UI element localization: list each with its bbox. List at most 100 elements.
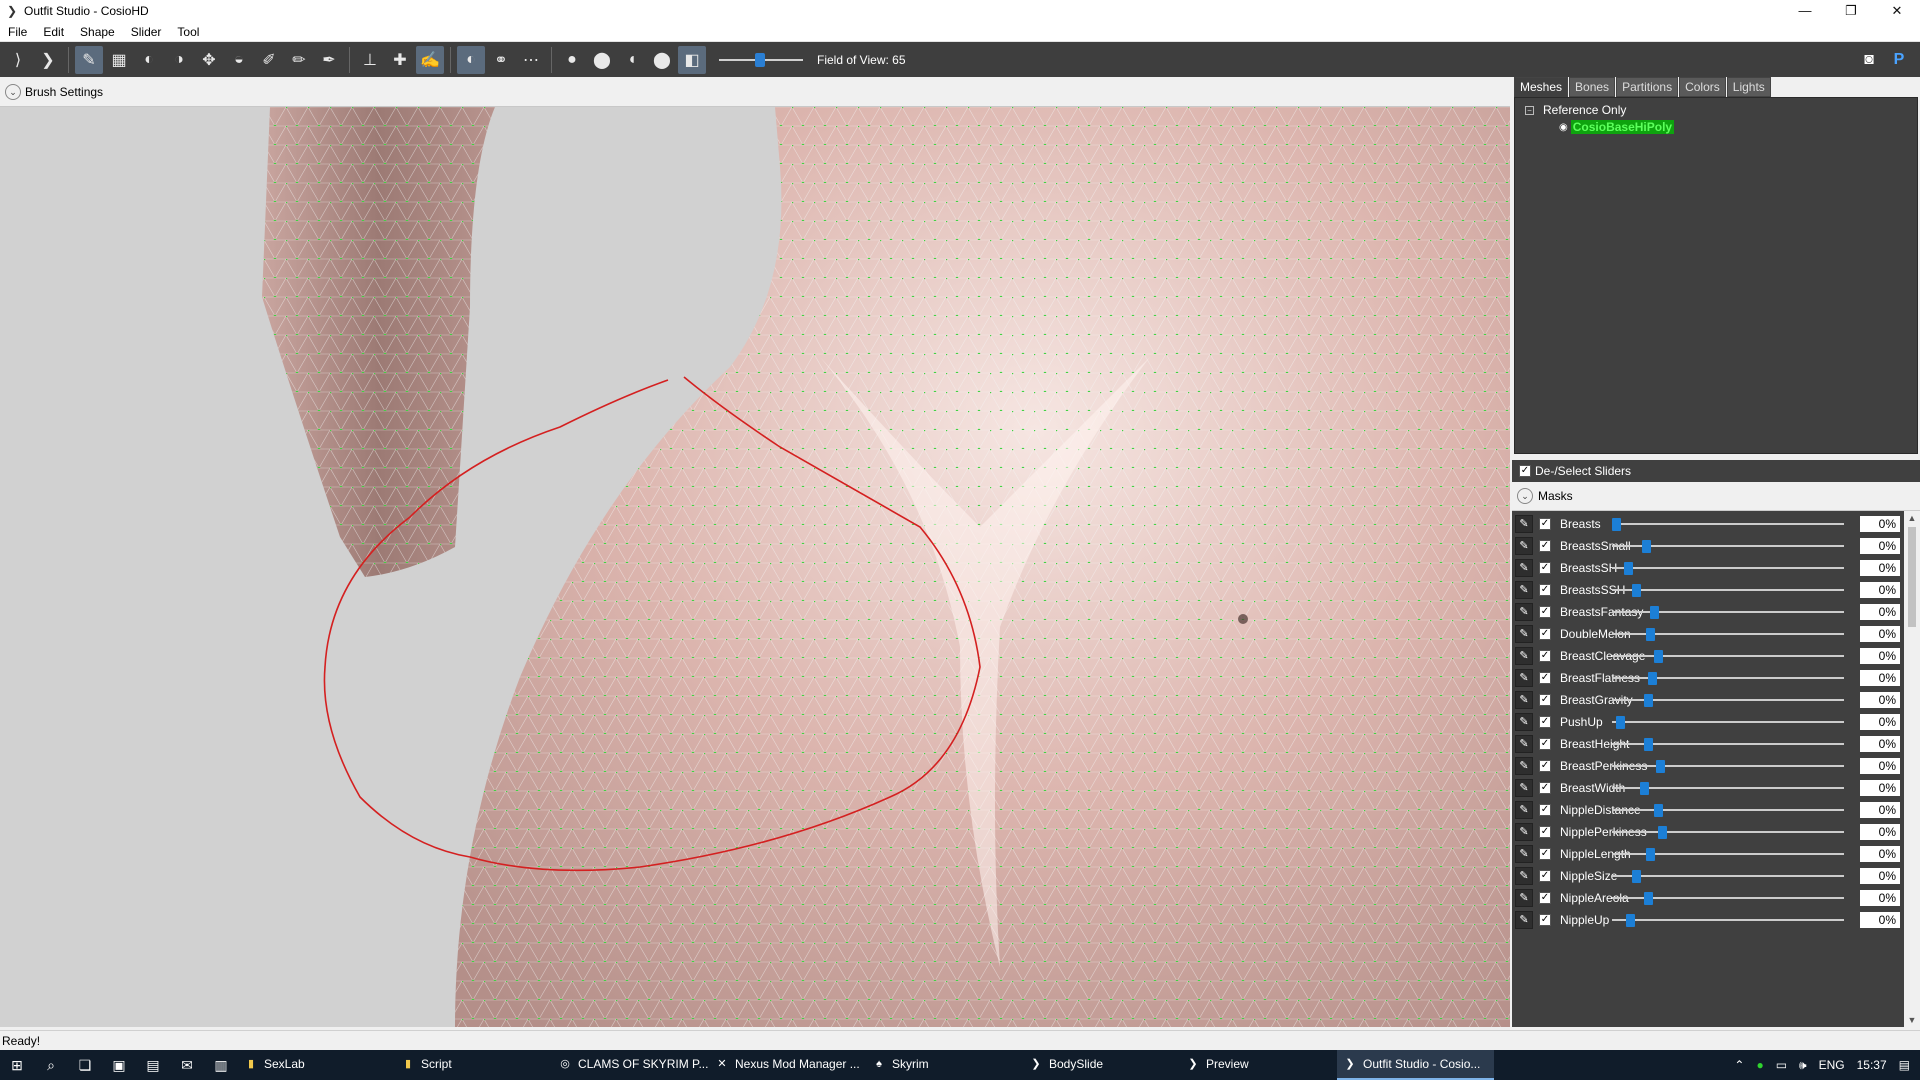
slider-checkbox[interactable]: ✓	[1539, 826, 1551, 838]
collapse-toggle-icon[interactable]: −	[1525, 105, 1534, 115]
edit-slider-pencil-icon[interactable]: ✎	[1515, 581, 1533, 599]
slider-checkbox[interactable]: ✓	[1539, 892, 1551, 904]
outfit-studio-icon[interactable]: ❯	[34, 46, 62, 74]
slider-value-field[interactable]: 0%	[1860, 736, 1900, 752]
show-textures-icon[interactable]: ◖	[618, 46, 646, 74]
slider-checkbox[interactable]: ✓	[1539, 804, 1551, 816]
slider-value-field[interactable]: 0%	[1860, 758, 1900, 774]
notepad-icon[interactable]: ▥	[204, 1050, 238, 1080]
select-brush-icon[interactable]: ✎	[75, 45, 103, 74]
tab-colors[interactable]: Colors	[1679, 77, 1726, 97]
tree-mesh-row[interactable]: ◉ CosioBaseHiPoly	[1559, 119, 1675, 135]
minimize-button[interactable]: —	[1782, 0, 1828, 22]
alpha-brush-icon[interactable]: ✒	[315, 46, 343, 74]
slider-thumb[interactable]	[1654, 650, 1663, 663]
slider-row[interactable]: ✎ ✓ BreastsFantasy 0%	[1512, 601, 1902, 623]
slider-track[interactable]	[1612, 875, 1844, 877]
language-indicator[interactable]: ENG	[1819, 1058, 1845, 1072]
slider-row[interactable]: ✎ ✓ NippleUp 0%	[1512, 909, 1902, 931]
slider-value-field[interactable]: 0%	[1860, 692, 1900, 708]
slider-track[interactable]	[1612, 589, 1844, 591]
deflate-brush-icon[interactable]: ◑	[165, 46, 193, 74]
taskbar-app-outfit-studio[interactable]: ❯ Outfit Studio - Cosio...	[1337, 1050, 1494, 1080]
slider-row[interactable]: ✎ ✓ BreastHeight 0%	[1512, 733, 1902, 755]
smooth-brush-icon[interactable]: ◒	[225, 46, 253, 74]
slider-row[interactable]: ✎ ✓ BreastWidth 0%	[1512, 777, 1902, 799]
slider-track[interactable]	[1612, 611, 1844, 613]
slider-value-field[interactable]: 0%	[1860, 670, 1900, 686]
menu-file[interactable]: File	[0, 22, 35, 42]
edit-slider-pencil-icon[interactable]: ✎	[1515, 889, 1533, 907]
expand-icon[interactable]: ⌄	[1517, 488, 1533, 504]
slider-row[interactable]: ✎ ✓ NippleAreola 0%	[1512, 887, 1902, 909]
task-view-icon[interactable]: ❏	[68, 1050, 102, 1080]
taskbar-app-sexlab[interactable]: ▮ SexLab	[238, 1050, 395, 1080]
slider-thumb[interactable]	[1632, 870, 1641, 883]
slider-row[interactable]: ✎ ✓ BreastsSH 0%	[1512, 557, 1902, 579]
move-brush-icon[interactable]: ✥	[195, 46, 223, 74]
close-button[interactable]: ✕	[1874, 0, 1920, 22]
tab-lights[interactable]: Lights	[1726, 77, 1771, 97]
menu-tool[interactable]: Tool	[169, 22, 207, 42]
mail-icon[interactable]: ✉	[170, 1050, 204, 1080]
slider-thumb[interactable]	[1624, 562, 1633, 575]
slider-thumb[interactable]	[1632, 584, 1641, 597]
clock[interactable]: 15:37	[1857, 1058, 1887, 1072]
edit-slider-pencil-icon[interactable]: ✎	[1515, 845, 1533, 863]
edit-slider-pencil-icon[interactable]: ✎	[1515, 669, 1533, 687]
slider-value-field[interactable]: 0%	[1860, 868, 1900, 884]
search-icon[interactable]: ⌕	[34, 1050, 68, 1080]
taskbar-app-bodyslide[interactable]: ❯ BodySlide	[1023, 1050, 1180, 1080]
menu-edit[interactable]: Edit	[35, 22, 72, 42]
vertex-select-icon[interactable]: ✍	[416, 45, 444, 74]
slider-thumb[interactable]	[1626, 914, 1635, 927]
slider-track[interactable]	[1612, 677, 1844, 679]
edit-slider-pencil-icon[interactable]: ✎	[1515, 625, 1533, 643]
slider-checkbox[interactable]: ✓	[1539, 650, 1551, 662]
slider-value-field[interactable]: 0%	[1860, 626, 1900, 642]
slider-thumb[interactable]	[1646, 848, 1655, 861]
slider-track[interactable]	[1612, 567, 1844, 569]
slider-row[interactable]: ✎ ✓ PushUp 0%	[1512, 711, 1902, 733]
slider-thumb[interactable]	[1642, 540, 1651, 553]
tab-bones[interactable]: Bones	[1569, 77, 1616, 97]
tab-partitions[interactable]: Partitions	[1616, 77, 1679, 97]
mirror-x-icon[interactable]: ◐	[457, 45, 485, 74]
edit-slider-pencil-icon[interactable]: ✎	[1515, 603, 1533, 621]
slider-row[interactable]: ✎ ✓ BreastsSmall 0%	[1512, 535, 1902, 557]
slider-checkbox[interactable]: ✓	[1539, 760, 1551, 772]
show-wireframe-icon[interactable]: ●	[558, 46, 586, 74]
color-brush-icon[interactable]: ✏	[285, 46, 313, 74]
edit-slider-pencil-icon[interactable]: ✎	[1515, 537, 1533, 555]
slider-thumb[interactable]	[1646, 628, 1655, 641]
slider-checkbox[interactable]: ✓	[1539, 518, 1551, 530]
taskbar-app-skyrim[interactable]: ♠ Skyrim	[866, 1050, 1023, 1080]
slider-value-field[interactable]: 0%	[1860, 604, 1900, 620]
slider-row[interactable]: ✎ ✓ BreastPerkiness 0%	[1512, 755, 1902, 777]
slider-value-field[interactable]: 0%	[1860, 802, 1900, 818]
scroll-down-icon[interactable]: ▼	[1904, 1013, 1920, 1027]
tree-root-row[interactable]: − Reference Only	[1525, 102, 1626, 118]
inflate-brush-icon[interactable]: ◐	[135, 46, 163, 74]
slider-thumb[interactable]	[1648, 672, 1657, 685]
slider-checkbox[interactable]: ✓	[1539, 694, 1551, 706]
menu-shape[interactable]: Shape	[72, 22, 123, 42]
slider-value-field[interactable]: 0%	[1860, 582, 1900, 598]
slider-value-field[interactable]: 0%	[1860, 846, 1900, 862]
connected-only-icon[interactable]: ⚭	[487, 46, 515, 74]
taskbar-app-nexus[interactable]: ✕ Nexus Mod Manager ...	[709, 1050, 866, 1080]
scroll-up-icon[interactable]: ▲	[1904, 511, 1920, 525]
slider-track[interactable]	[1612, 765, 1844, 767]
slider-value-field[interactable]: 0%	[1860, 912, 1900, 928]
slider-checkbox[interactable]: ✓	[1539, 782, 1551, 794]
slider-thumb[interactable]	[1654, 804, 1663, 817]
store-icon[interactable]: ▣	[102, 1050, 136, 1080]
slider-value-field[interactable]: 0%	[1860, 714, 1900, 730]
slider-row[interactable]: ✎ ✓ NippleSize 0%	[1512, 865, 1902, 887]
slider-row[interactable]: ✎ ✓ BreastFlatness 0%	[1512, 667, 1902, 689]
slider-thumb[interactable]	[1644, 892, 1653, 905]
taskbar-app-script[interactable]: ▮ Script	[395, 1050, 552, 1080]
edit-slider-pencil-icon[interactable]: ✎	[1515, 779, 1533, 797]
slider-track[interactable]	[1612, 831, 1844, 833]
slider-value-field[interactable]: 0%	[1860, 648, 1900, 664]
